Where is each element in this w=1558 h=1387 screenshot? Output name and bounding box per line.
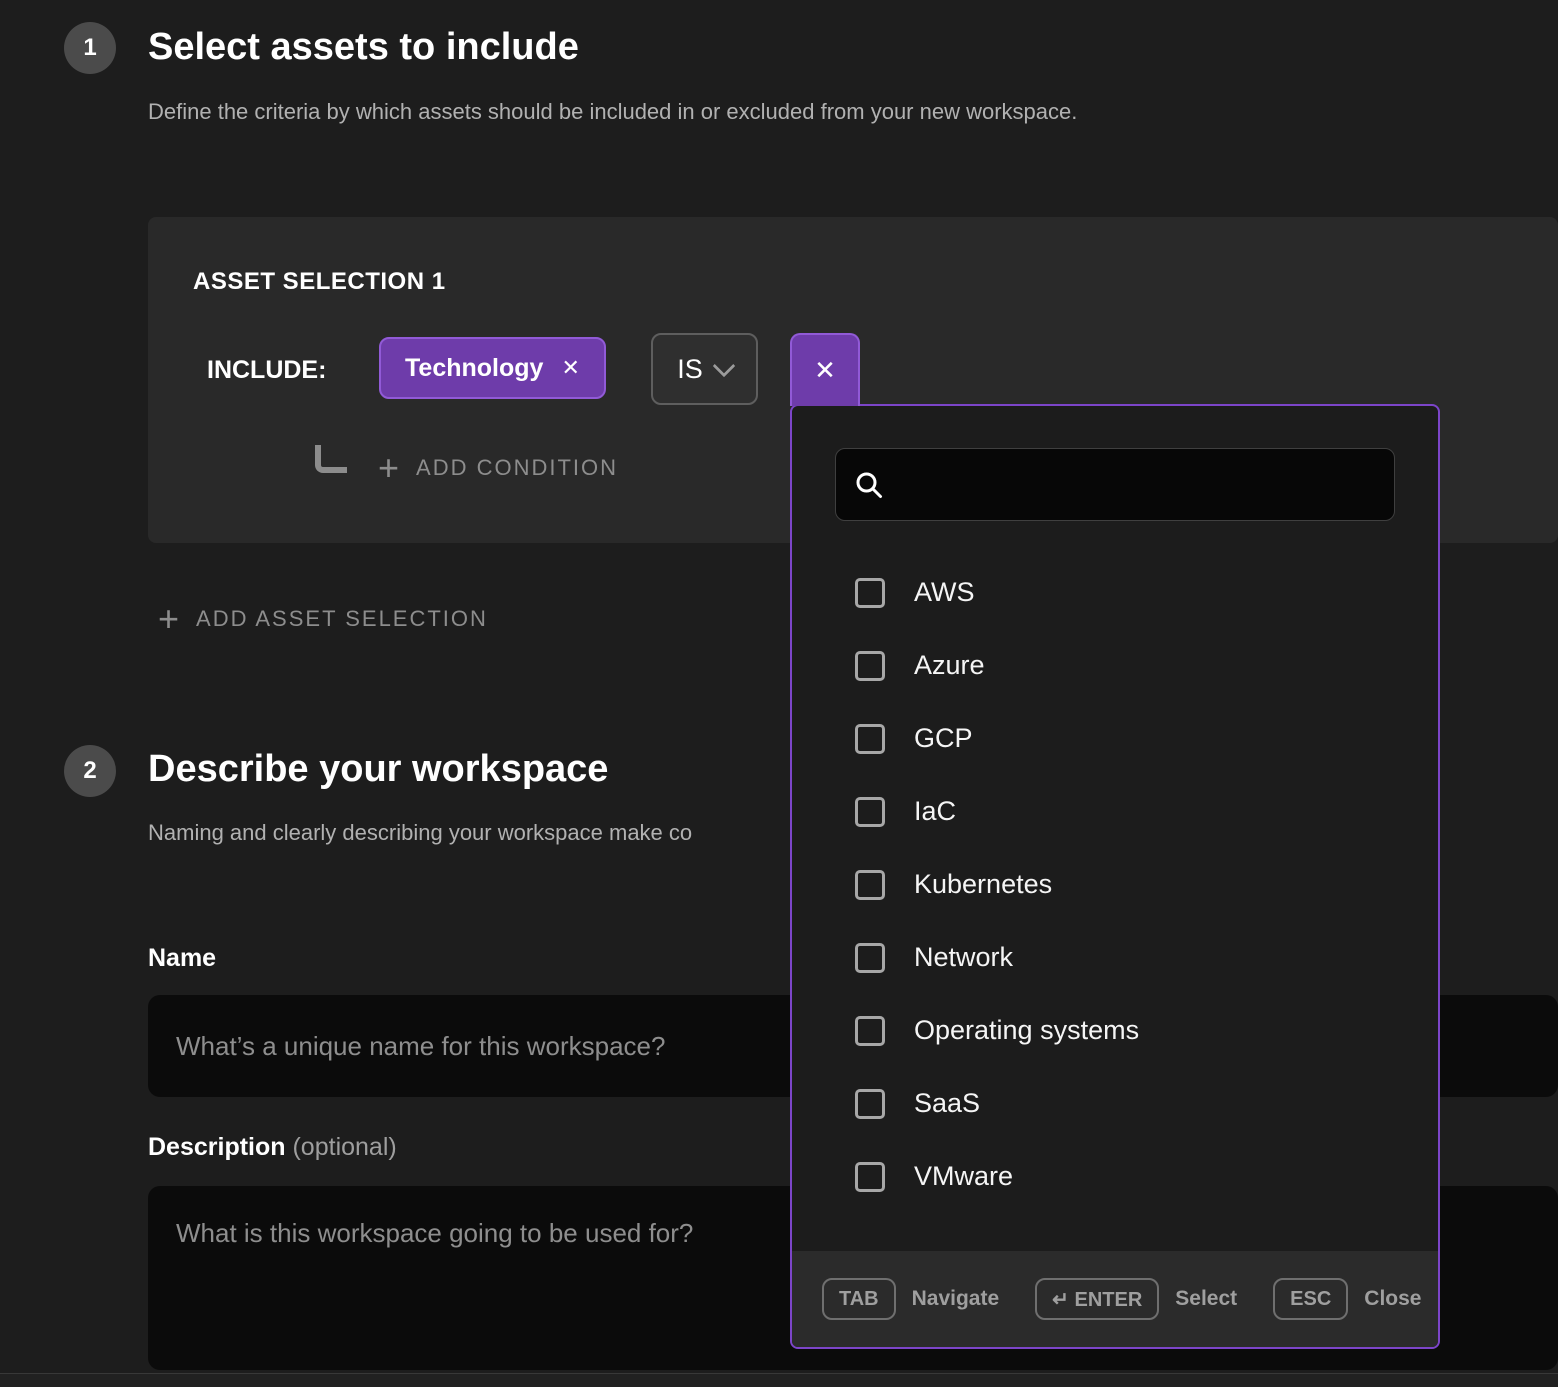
checkbox-icon[interactable]: [855, 724, 885, 754]
tab-keycap: TAB: [822, 1278, 896, 1320]
asset-selection-card-title: ASSET SELECTION 1: [193, 268, 446, 296]
option-aws[interactable]: AWS: [792, 556, 1438, 629]
add-asset-selection-button[interactable]: + ADD ASSET SELECTION: [158, 601, 488, 637]
step-1-title: Select assets to include: [148, 26, 579, 69]
option-label: VMware: [914, 1161, 1013, 1192]
description-optional-text: (optional): [292, 1133, 396, 1161]
bottom-divider: [0, 1373, 1558, 1387]
option-label: SaaS: [914, 1088, 980, 1119]
option-label: AWS: [914, 577, 975, 608]
option-azure[interactable]: Azure: [792, 629, 1438, 702]
chip-label: Technology: [405, 354, 543, 383]
dropdown-search-box[interactable]: [835, 448, 1395, 521]
dropdown-search-input[interactable]: [898, 468, 1376, 501]
option-label: Kubernetes: [914, 869, 1052, 900]
dropdown-options-list: AWS Azure GCP IaC Kubernetes Network Ope…: [792, 556, 1438, 1213]
add-asset-selection-label: ADD ASSET SELECTION: [196, 606, 488, 632]
enter-action-label: Select: [1175, 1287, 1237, 1311]
checkbox-icon[interactable]: [855, 1162, 885, 1192]
add-condition-button[interactable]: + ADD CONDITION: [378, 450, 618, 486]
option-label: IaC: [914, 796, 956, 827]
step-1-subtitle: Define the criteria by which assets shou…: [148, 99, 1077, 125]
checkbox-icon[interactable]: [855, 651, 885, 681]
operator-label: IS: [677, 354, 703, 385]
step-2-badge: 2: [64, 745, 116, 797]
option-operating-systems[interactable]: Operating systems: [792, 994, 1438, 1067]
esc-keycap: ESC: [1273, 1278, 1348, 1320]
option-gcp[interactable]: GCP: [792, 702, 1438, 775]
enter-keycap: ↵ ENTER: [1035, 1278, 1159, 1320]
asset-type-dropdown: AWS Azure GCP IaC Kubernetes Network Ope…: [790, 404, 1440, 1349]
option-label: GCP: [914, 723, 973, 754]
option-network[interactable]: Network: [792, 921, 1438, 994]
checkbox-icon[interactable]: [855, 1089, 885, 1119]
checkbox-icon[interactable]: [855, 870, 885, 900]
add-condition-label: ADD CONDITION: [416, 455, 618, 481]
include-label: INCLUDE:: [207, 356, 326, 385]
chip-remove-icon[interactable]: ✕: [561, 357, 579, 379]
plus-icon: +: [378, 450, 399, 486]
technology-filter-chip[interactable]: Technology ✕: [379, 337, 606, 399]
checkbox-icon[interactable]: [855, 1016, 885, 1046]
plus-icon: +: [158, 601, 179, 637]
option-vmware[interactable]: VMware: [792, 1140, 1438, 1213]
option-label: Network: [914, 942, 1013, 973]
option-saas[interactable]: SaaS: [792, 1067, 1438, 1140]
option-kubernetes[interactable]: Kubernetes: [792, 848, 1438, 921]
description-label: Description (optional): [148, 1133, 397, 1162]
description-label-text: Description: [148, 1133, 286, 1161]
option-label: Operating systems: [914, 1015, 1139, 1046]
tab-action-label: Navigate: [912, 1287, 1000, 1311]
step-2-title: Describe your workspace: [148, 748, 608, 791]
remove-condition-button[interactable]: ✕: [790, 333, 860, 406]
search-icon: [854, 470, 884, 500]
dropdown-keyboard-hints: TAB Navigate ↵ ENTER Select ESC Close: [792, 1251, 1438, 1347]
checkbox-icon[interactable]: [855, 578, 885, 608]
name-label: Name: [148, 944, 216, 973]
step-1-badge: 1: [64, 22, 116, 74]
operator-dropdown[interactable]: IS: [651, 333, 758, 405]
condition-connector-icon: [315, 445, 347, 473]
chevron-down-icon: [712, 354, 735, 377]
checkbox-icon[interactable]: [855, 943, 885, 973]
option-iac[interactable]: IaC: [792, 775, 1438, 848]
esc-action-label: Close: [1364, 1287, 1421, 1311]
checkbox-icon[interactable]: [855, 797, 885, 827]
option-label: Azure: [914, 650, 985, 681]
step-2-subtitle: Naming and clearly describing your works…: [148, 820, 692, 846]
